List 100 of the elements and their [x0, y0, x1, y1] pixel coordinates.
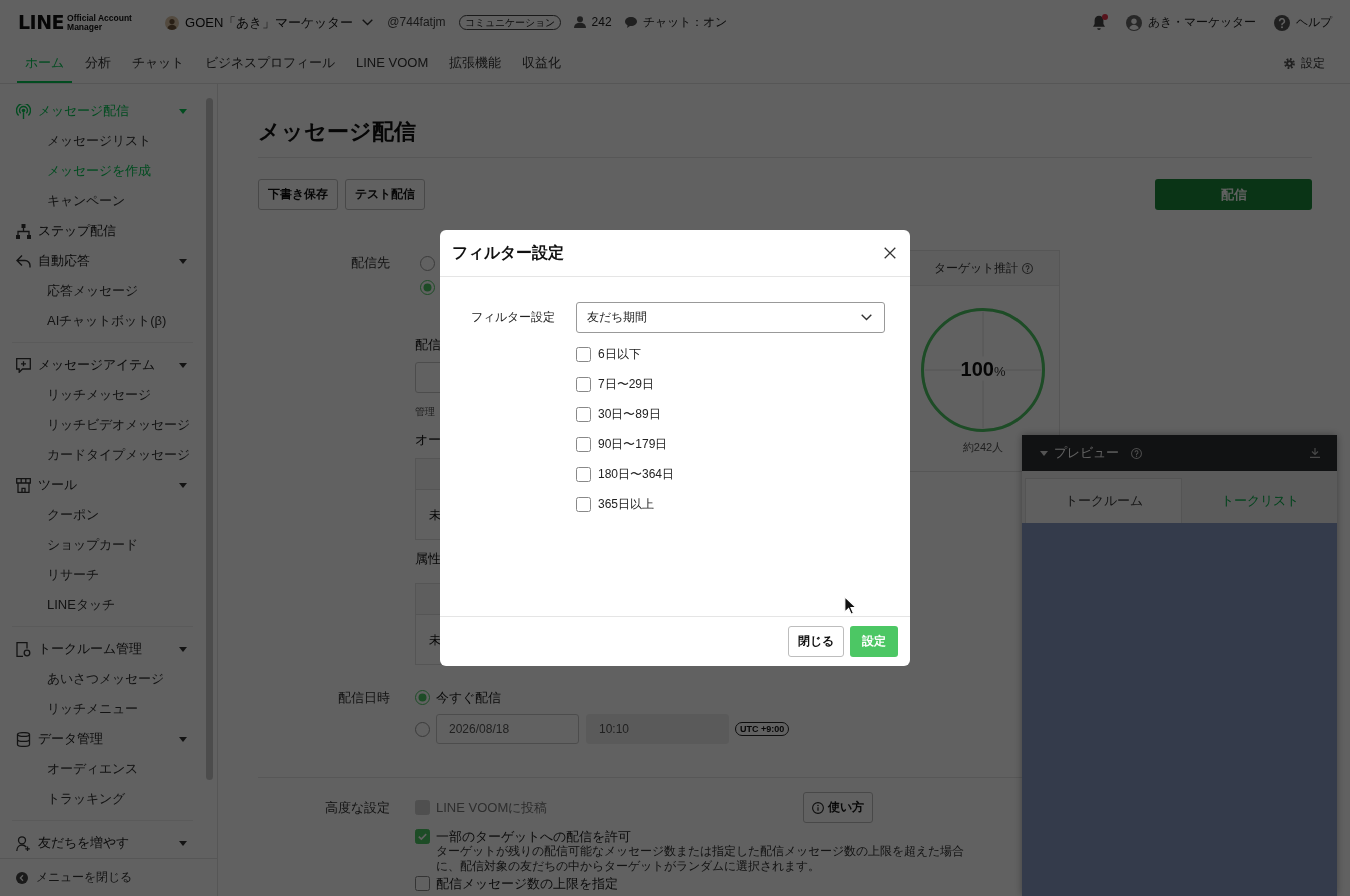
checkbox-label: 30日〜89日 — [598, 407, 661, 422]
sidebar-group[interactable]: トークルーム管理 — [0, 634, 205, 664]
checkbox[interactable] — [415, 829, 430, 844]
sidebar-item[interactable]: キャンペーン — [0, 186, 205, 216]
sidebar-item[interactable]: 応答メッセージ — [0, 276, 205, 306]
checkbox[interactable] — [576, 347, 591, 362]
help-link[interactable]: ヘルプ — [1274, 14, 1332, 31]
sidebar-item[interactable]: リッチメッセージ — [0, 380, 205, 410]
card-title: ターゲット推計 — [933, 260, 1018, 276]
checkbox-label: 7日〜29日 — [598, 377, 655, 392]
logo-wordmark: LINE — [18, 13, 65, 32]
field-label: 配信先 — [350, 255, 391, 270]
nav-tab[interactable]: ホーム — [17, 45, 72, 83]
dialog-button[interactable]: 閉じる — [788, 626, 844, 657]
sidebar-item[interactable]: メッセージリスト — [0, 126, 205, 156]
checkbox-label: 90日〜179日 — [598, 437, 668, 452]
collapse-menu-link[interactable]: メニューを閉じる — [0, 858, 217, 896]
nav-tab[interactable]: 収益化 — [514, 45, 570, 83]
sidebar-group[interactable]: ツール — [0, 470, 205, 500]
nav-tab[interactable]: ビジネスプロフィール — [197, 45, 343, 83]
field-label: フィルター設定 — [470, 310, 556, 325]
info-icon — [812, 801, 824, 814]
sidebar-item[interactable]: ショップカード — [0, 530, 205, 560]
nav-tab[interactable]: 拡張機能 — [441, 45, 510, 83]
option-label: 今すぐ配信 — [436, 690, 501, 705]
sidebar-item[interactable]: AIチャットボット(β) — [0, 306, 205, 336]
sidebar-group[interactable]: ステップ配信 — [0, 216, 205, 246]
sidebar-item[interactable]: オーディエンス — [0, 754, 205, 784]
storefront-icon — [16, 477, 31, 493]
radio-button[interactable] — [415, 721, 430, 737]
logo-tagline: Official Account Manager — [67, 13, 133, 32]
user-avatar-icon — [1126, 14, 1142, 31]
caret-icon[interactable] — [179, 482, 187, 488]
caret-icon[interactable] — [179, 840, 187, 846]
sidebar-item[interactable]: リッチビデオメッセージ — [0, 410, 205, 440]
checkbox[interactable] — [576, 467, 591, 482]
notification-bell-icon[interactable] — [1092, 14, 1108, 31]
section-label: オー — [415, 433, 440, 448]
sidebar-group[interactable]: データ管理 — [0, 724, 205, 754]
section-label: 配信 — [415, 338, 440, 353]
percentage-value: 100 — [960, 356, 994, 381]
document-circle-icon — [16, 641, 31, 657]
tab[interactable]: トークルーム — [1025, 478, 1182, 523]
broadcast-icon — [16, 103, 31, 119]
page-title: メッセージ配信 — [258, 120, 417, 144]
sidebar-group[interactable]: 自動応答 — [0, 246, 205, 276]
caret-icon[interactable] — [179, 258, 187, 264]
account-switcher[interactable]: GOEN「あき」マーケッター — [185, 14, 374, 31]
reply-arrow-icon — [16, 253, 31, 269]
sidebar-item[interactable]: カードタイプメッセージ — [0, 440, 205, 470]
action-button[interactable]: 配信 — [1155, 179, 1312, 210]
dialog-button[interactable]: 設定 — [850, 626, 898, 657]
action-button[interactable]: テスト配信 — [345, 179, 425, 210]
chevron-down-icon — [861, 314, 872, 321]
sidebar-group[interactable]: 友だちを増やす — [0, 828, 205, 858]
nav-tab[interactable]: チャット — [124, 45, 192, 83]
sidebar-item[interactable]: トラッキング — [0, 784, 205, 814]
hierarchy-icon — [16, 223, 31, 239]
nav-tab[interactable]: LINE VOOM — [348, 45, 437, 83]
checkbox[interactable] — [576, 407, 591, 422]
close-icon[interactable] — [884, 247, 896, 259]
sidebar-group[interactable]: メッセージ配信 — [0, 96, 205, 126]
sidebar-item[interactable]: メッセージを作成 — [0, 156, 205, 186]
caret-icon[interactable] — [179, 362, 187, 368]
checkbox-label: 180日〜364日 — [598, 467, 675, 482]
select-dropdown[interactable]: 友だち期間 — [576, 302, 885, 333]
date-field[interactable]: 2026/08/18 — [436, 714, 579, 744]
target-count: 約242人 — [962, 441, 1004, 454]
radio-button[interactable] — [415, 690, 430, 705]
help-icon — [1131, 447, 1142, 459]
sidebar-item[interactable]: リッチメニュー — [0, 694, 205, 724]
caret-icon[interactable] — [179, 736, 187, 742]
avatar-icon — [165, 15, 180, 30]
person-icon — [573, 16, 586, 29]
caret-icon[interactable] — [1040, 450, 1048, 456]
message-plus-icon — [16, 357, 31, 373]
caret-icon[interactable] — [179, 108, 187, 114]
sidebar-item[interactable]: リサーチ — [0, 560, 205, 590]
action-button[interactable]: 下書き保存 — [258, 179, 338, 210]
help-icon — [1274, 14, 1290, 31]
database-icon — [16, 731, 31, 747]
settings-link[interactable]: 設定 — [1276, 45, 1333, 83]
dialog-title: フィルター設定 — [452, 243, 564, 263]
sidebar-group[interactable]: メッセージアイテム — [0, 350, 205, 380]
tab[interactable]: トークリスト — [1182, 478, 1337, 523]
checkbox[interactable] — [415, 876, 430, 891]
sidebar-item[interactable]: LINEタッチ — [0, 590, 205, 620]
sidebar-item[interactable]: クーポン — [0, 500, 205, 530]
download-icon[interactable] — [1310, 448, 1320, 458]
field-label: 配信日時 — [337, 690, 391, 705]
sidebar-item[interactable]: あいさつメッセージ — [0, 664, 205, 694]
checkbox-label: 配信メッセージ数の上限を指定 — [436, 876, 618, 891]
account-menu[interactable]: あき・マーケッター — [1126, 14, 1256, 31]
nav-tab[interactable]: 分析 — [77, 45, 119, 83]
caret-icon[interactable] — [179, 646, 187, 652]
friend-count: 242 — [591, 15, 612, 30]
checkbox[interactable] — [576, 377, 591, 392]
checkbox[interactable] — [576, 497, 591, 512]
checkbox[interactable] — [576, 437, 591, 452]
help-button[interactable]: 使い方 — [803, 792, 873, 823]
